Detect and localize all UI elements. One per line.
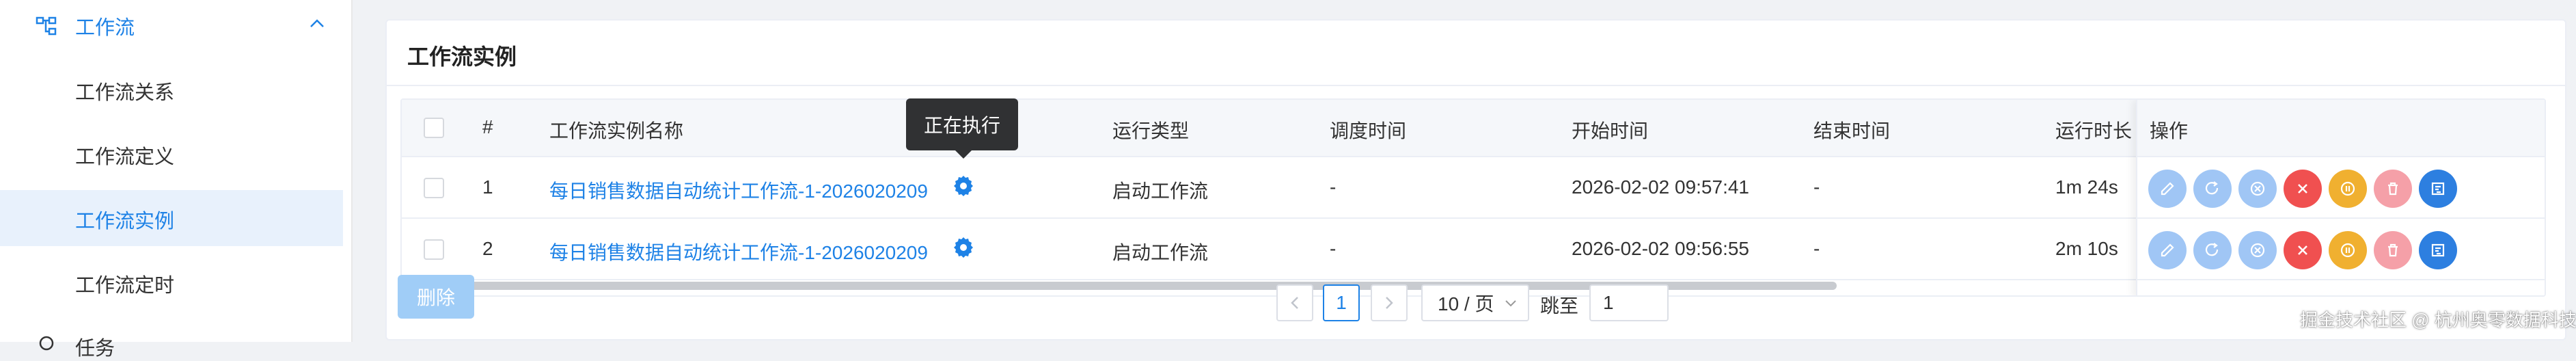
edit-icon bbox=[2161, 243, 2174, 257]
pause-button[interactable] bbox=[2329, 231, 2367, 269]
delete-button[interactable] bbox=[2374, 170, 2412, 208]
page-number[interactable]: 1 bbox=[1323, 284, 1360, 321]
stop-button[interactable] bbox=[2238, 170, 2277, 208]
header-name: 工作流实例名称 bbox=[549, 120, 684, 142]
divider bbox=[387, 85, 2565, 86]
pause-button[interactable] bbox=[2329, 170, 2367, 208]
header-ops-label: 操作 bbox=[2150, 120, 2189, 142]
gantt-button[interactable] bbox=[2419, 170, 2457, 208]
sidebar-item-workflow-definition[interactable]: 工作流定义 bbox=[0, 126, 343, 182]
delete-button[interactable]: 删除 bbox=[398, 275, 474, 319]
sidebar-item-label: 工作流定义 bbox=[75, 146, 175, 168]
stop-button[interactable] bbox=[2238, 231, 2277, 269]
sidebar-group-task[interactable]: 任务 bbox=[0, 323, 343, 360]
stop-icon bbox=[2250, 181, 2265, 196]
gantt-icon bbox=[2431, 182, 2445, 196]
delete-icon bbox=[2388, 243, 2398, 257]
instance-name-link[interactable]: 每日销售数据自动统计工作流-1-2026020209 bbox=[549, 176, 932, 204]
instance-name-link[interactable]: 每日销售数据自动统计工作流-1-2026020209 bbox=[549, 238, 932, 265]
row-checkbox[interactable] bbox=[424, 239, 444, 260]
end-time: - bbox=[1813, 176, 1820, 198]
pause-icon bbox=[2340, 243, 2355, 258]
pause-icon bbox=[2340, 181, 2355, 196]
rerun-button[interactable] bbox=[2193, 170, 2232, 208]
close-icon bbox=[2298, 184, 2307, 193]
sidebar-group-label: 工作流 bbox=[75, 17, 135, 39]
status-tooltip: 正在执行 bbox=[906, 98, 1018, 159]
chevron-down-icon bbox=[1505, 300, 1516, 307]
schedule-time: - bbox=[1330, 238, 1337, 259]
run-type: 启动工作流 bbox=[1112, 180, 1209, 202]
header-run-type: 运行类型 bbox=[1112, 120, 1190, 142]
watermark: 掘金技术社区 @ 杭州奥零数据科技 bbox=[2300, 310, 2576, 330]
page-title: 工作流实例 bbox=[407, 44, 517, 69]
task-icon bbox=[39, 336, 54, 351]
gantt-button[interactable] bbox=[2419, 231, 2457, 269]
run-type: 启动工作流 bbox=[1112, 242, 1209, 263]
rerun-button[interactable] bbox=[2193, 231, 2232, 269]
gear-icon[interactable] bbox=[951, 174, 976, 198]
prev-page-button[interactable] bbox=[1276, 284, 1313, 321]
close-button[interactable] bbox=[2284, 231, 2322, 269]
row-checkbox[interactable] bbox=[424, 178, 444, 198]
page-size-value: 10 / 页 bbox=[1438, 293, 1494, 315]
page-size-select[interactable]: 10 / 页 bbox=[1421, 284, 1529, 321]
stop-icon bbox=[2250, 243, 2265, 258]
edit-button[interactable] bbox=[2148, 170, 2187, 208]
header-start-time: 开始时间 bbox=[1572, 120, 1649, 142]
instance-table: # 工作流实例名称 运行类型 调度时间 开始时间 结束时间 运行时长 1 每日销… bbox=[400, 98, 2546, 297]
duration: 1m 24s bbox=[2055, 176, 2118, 198]
select-all-checkbox[interactable] bbox=[424, 118, 444, 138]
sidebar: 工作流 工作流关系 工作流定义 工作流实例 工作流定时 任务 bbox=[0, 0, 353, 360]
header-end-time: 结束时间 bbox=[1813, 120, 1891, 142]
sidebar-item-label: 工作流定时 bbox=[75, 275, 175, 297]
gear-icon[interactable] bbox=[951, 235, 976, 260]
ops-row-1 bbox=[2137, 159, 2545, 219]
current-page: 1 bbox=[1336, 292, 1347, 313]
tooltip-text: 正在执行 bbox=[923, 115, 1000, 136]
delete-icon bbox=[2388, 182, 2398, 196]
sidebar-item-workflow-relation[interactable]: 工作流关系 bbox=[0, 62, 343, 118]
workflow-icon bbox=[36, 16, 57, 36]
rerun-icon bbox=[2205, 181, 2219, 195]
header-ops: 操作 bbox=[2137, 100, 2545, 157]
jump-label: 跳至 bbox=[1540, 295, 1579, 317]
sidebar-group-workflow[interactable]: 工作流 bbox=[0, 0, 343, 49]
schedule-time: - bbox=[1330, 176, 1337, 198]
sidebar-group-label: 任务 bbox=[75, 338, 115, 360]
delete-button-label: 删除 bbox=[416, 287, 455, 308]
next-page-button[interactable] bbox=[1371, 284, 1408, 321]
sidebar-item-label: 工作流实例 bbox=[75, 211, 175, 232]
ops-row-2 bbox=[2137, 220, 2545, 280]
header-schedule-time: 调度时间 bbox=[1330, 120, 1407, 142]
row-index: 2 bbox=[482, 238, 493, 259]
gantt-icon bbox=[2431, 243, 2445, 257]
rerun-icon bbox=[2205, 243, 2219, 256]
start-time: 2026-02-02 09:57:41 bbox=[1572, 176, 1749, 198]
sidebar-item-workflow-timing[interactable]: 工作流定时 bbox=[0, 254, 343, 310]
row-index: 1 bbox=[482, 176, 493, 198]
header-index: # bbox=[482, 116, 493, 137]
chevron-left-icon bbox=[1291, 297, 1298, 309]
header-duration: 运行时长 bbox=[2055, 120, 2133, 142]
delete-button[interactable] bbox=[2374, 231, 2412, 269]
sidebar-item-label: 工作流关系 bbox=[75, 82, 175, 104]
edit-icon bbox=[2161, 182, 2174, 196]
chevron-up-icon[interactable] bbox=[309, 16, 325, 30]
chevron-right-icon bbox=[1386, 297, 1393, 309]
end-time: - bbox=[1813, 238, 1820, 259]
duration: 2m 10s bbox=[2055, 238, 2118, 259]
start-time: 2026-02-02 09:56:55 bbox=[1572, 238, 1749, 259]
sidebar-item-workflow-instance[interactable]: 工作流实例 bbox=[0, 190, 343, 246]
close-button[interactable] bbox=[2284, 170, 2322, 208]
operations-column: 操作 bbox=[2136, 100, 2545, 295]
close-icon bbox=[2298, 245, 2307, 255]
jump-page-input[interactable]: 1 bbox=[1589, 284, 1669, 321]
edit-button[interactable] bbox=[2148, 231, 2187, 269]
